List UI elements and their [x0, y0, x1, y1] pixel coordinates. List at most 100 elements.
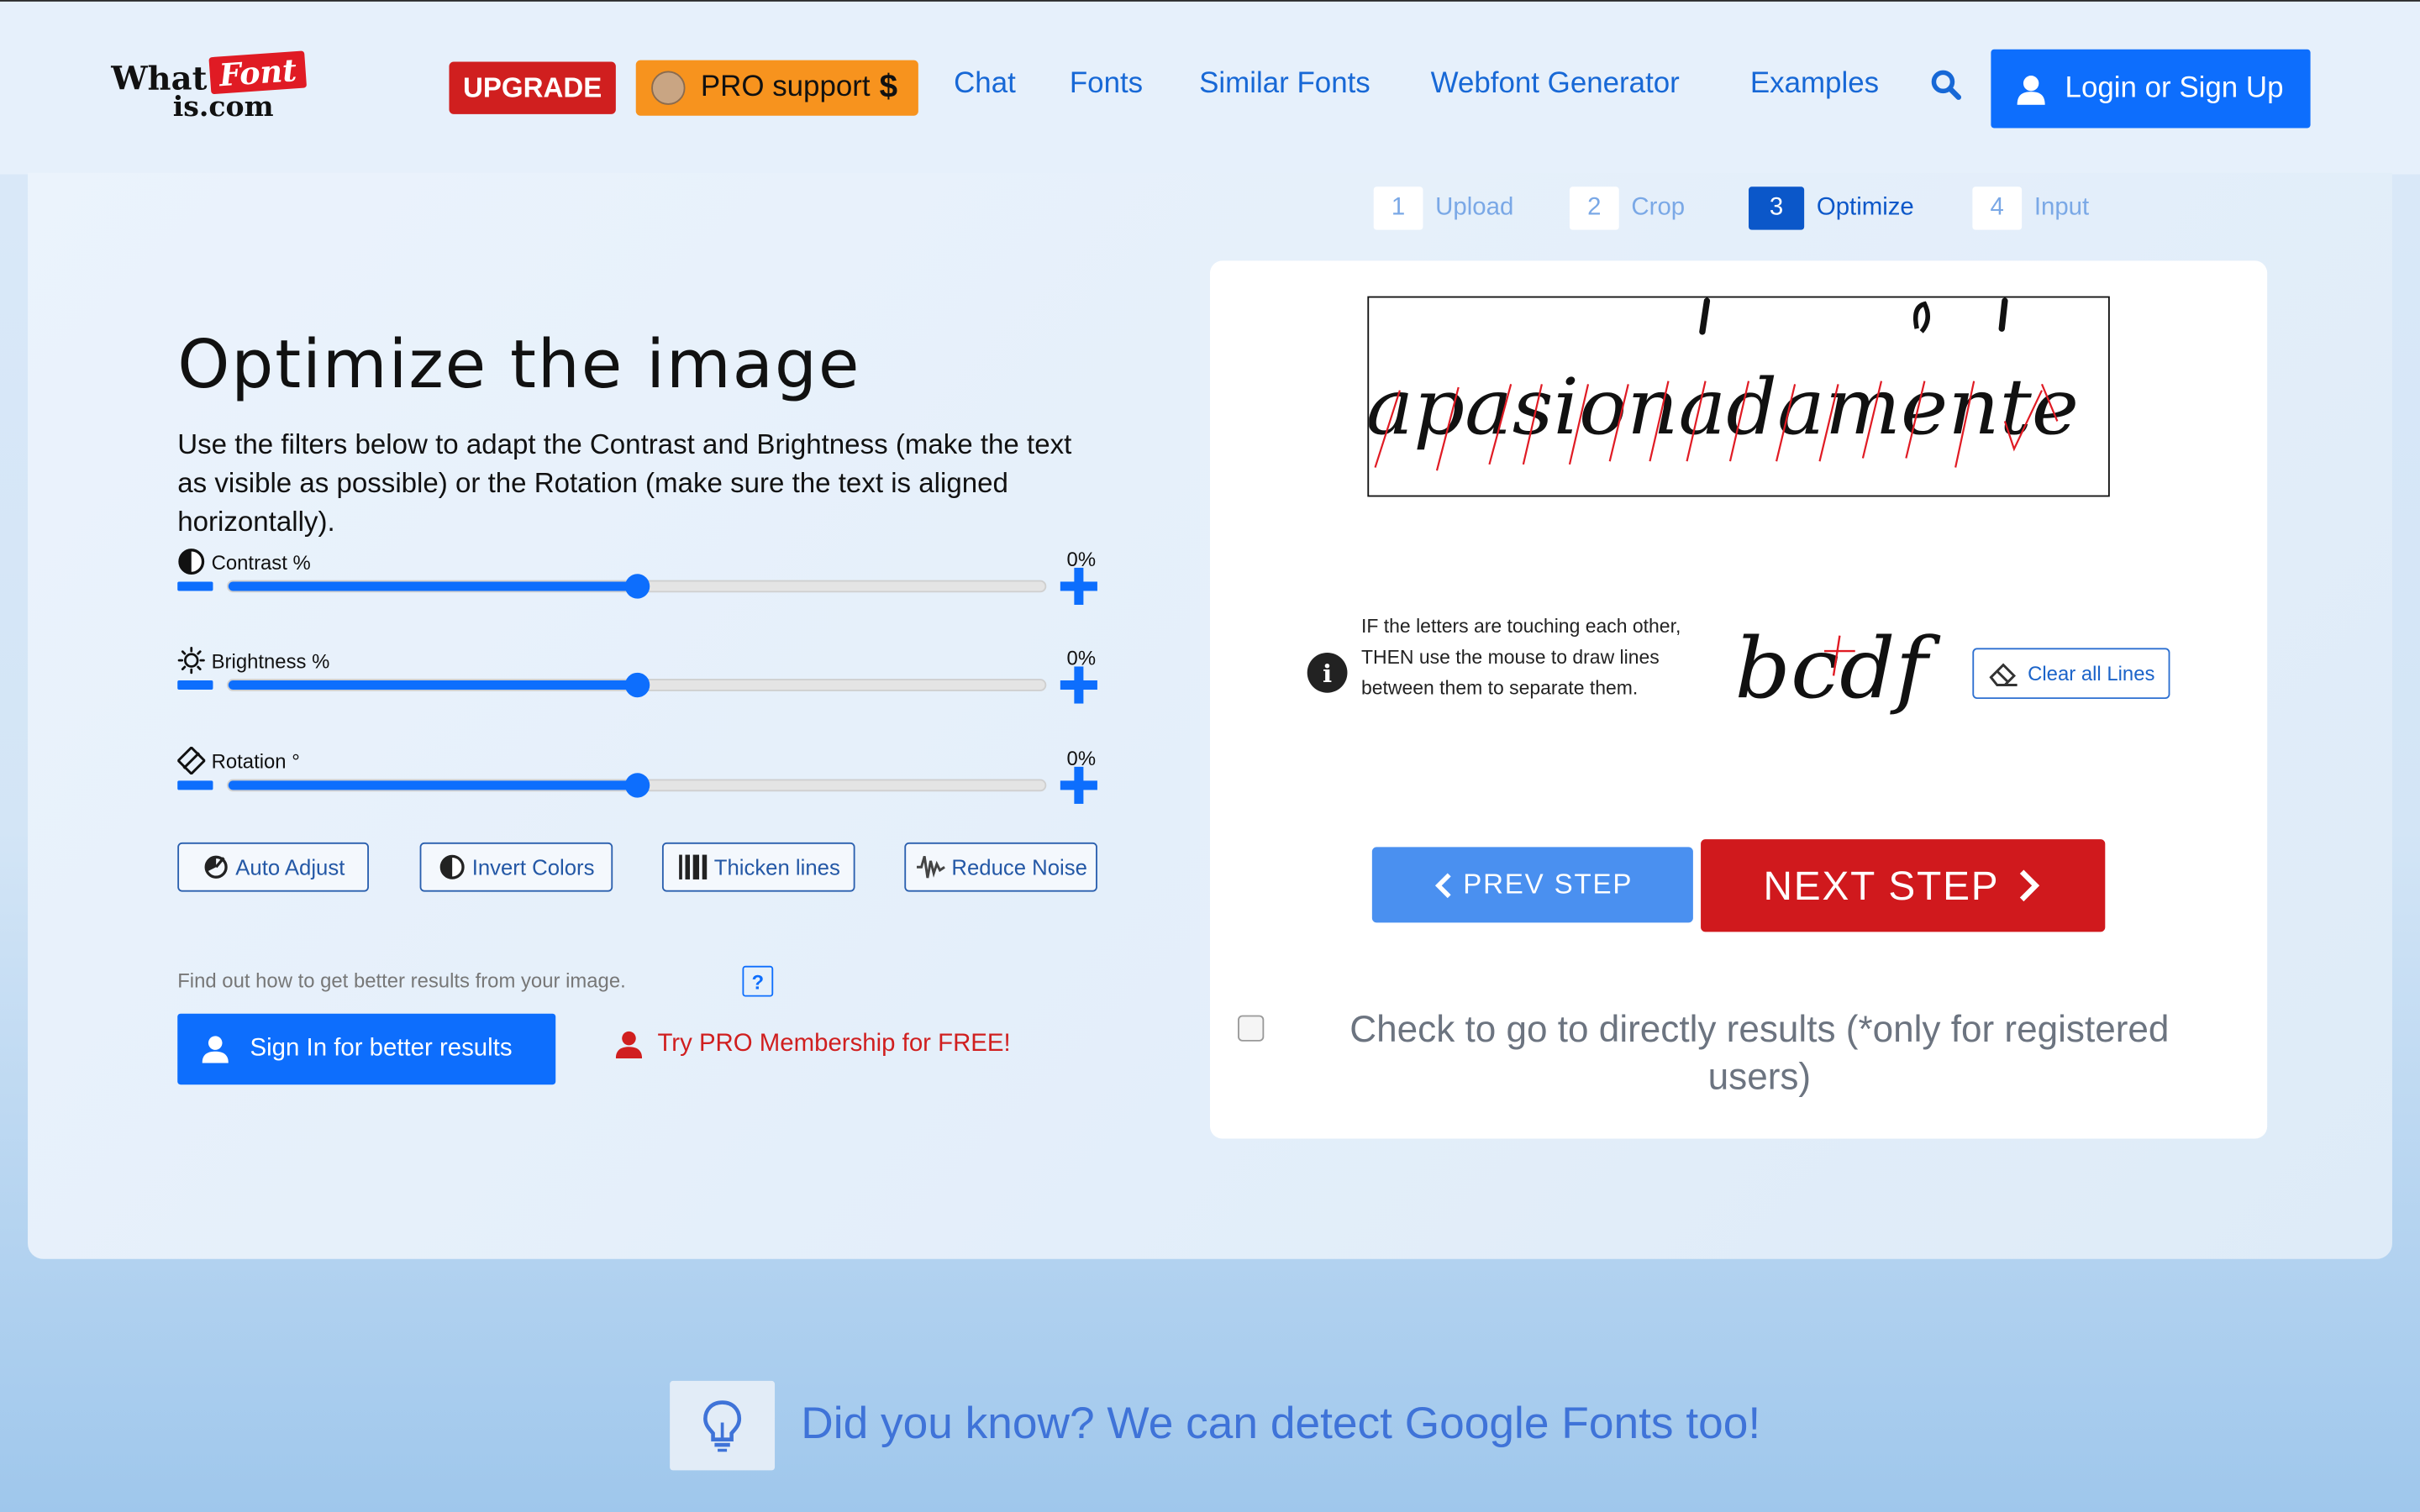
dollar-icon: $	[879, 69, 898, 105]
invert-colors-icon	[439, 854, 465, 879]
rotation-decrease-button[interactable]	[177, 780, 213, 790]
step-label: Optimize	[1816, 194, 1914, 221]
preview-text: apasionadamente	[1369, 362, 2079, 452]
nav-examples[interactable]: Examples	[1750, 68, 1879, 102]
desc-contrast: Contrast	[589, 428, 695, 460]
nav-webfont-generator[interactable]: Webfont Generator	[1431, 68, 1680, 102]
trypro-label: Try PRO Membership for FREE!	[657, 1030, 1011, 1058]
chevron-left-icon	[1434, 872, 1451, 898]
step-label: Input	[2033, 194, 2090, 221]
user-icon	[2017, 75, 2045, 104]
slider-fill	[228, 680, 637, 690]
nav-fonts[interactable]: Fonts	[1070, 68, 1143, 102]
slider-thumb[interactable]	[623, 773, 650, 798]
slider-fill	[228, 780, 637, 790]
nav-similar-fonts[interactable]: Similar Fonts	[1199, 68, 1370, 102]
info-icon: i	[1307, 652, 1348, 693]
logo-font: Font	[208, 50, 308, 95]
brightness-slider[interactable]	[227, 672, 1047, 698]
step-label: Crop	[1631, 194, 1686, 221]
google-fonts-tip: Did you know? We can detect Google Fonts…	[801, 1399, 1761, 1449]
rotation-increase-button[interactable]	[1060, 766, 1097, 804]
slider-thumb[interactable]	[623, 574, 650, 599]
site-logo[interactable]: What Font is.com	[111, 50, 312, 128]
reduce-noise-button[interactable]: Reduce Noise	[904, 842, 1097, 892]
contrast-slider[interactable]	[227, 574, 1047, 599]
search-icon[interactable]	[1931, 70, 1962, 101]
preview-image: apasionadamente	[1369, 297, 2079, 471]
contrast-icon	[178, 549, 205, 575]
step-upload[interactable]: 1 Upload	[1373, 186, 1514, 230]
brightness-icon	[177, 647, 205, 675]
auto-adjust-icon	[203, 855, 227, 879]
step-number: 1	[1373, 186, 1423, 230]
logo-iscom: is.com	[172, 91, 274, 123]
invert-colors-button[interactable]: Invert Colors	[419, 842, 613, 892]
upgrade-button[interactable]: UPGRADE	[449, 61, 616, 114]
step-label: Upload	[1435, 194, 1514, 221]
direct-results-label: Check to go to directly results (*only f…	[1349, 1009, 2170, 1099]
chevron-right-icon	[2018, 869, 2039, 902]
contrast-label: Contrast %	[177, 548, 311, 575]
contrast-decrease-button[interactable]	[177, 581, 213, 591]
login-signup-button[interactable]: Login or Sign Up	[1991, 49, 2311, 129]
help-button[interactable]: ?	[742, 965, 774, 997]
desc-rotation: Rotation	[534, 467, 638, 499]
tool-label: Thicken lines	[713, 854, 840, 879]
support-avatar	[651, 71, 686, 105]
lightbulb-icon	[703, 1400, 742, 1452]
direct-results-checkbox[interactable]	[1238, 1015, 1265, 1042]
nav-chat[interactable]: Chat	[954, 68, 1016, 102]
image-preview-canvas[interactable]: apasionadamente	[1367, 296, 2110, 497]
desc-brightness: Brightness	[756, 428, 888, 460]
user-icon	[615, 1031, 643, 1058]
letter-separation-example: bcdf	[1734, 621, 1941, 717]
brightness-increase-button[interactable]	[1060, 666, 1097, 704]
clear-label: Clear all Lines	[2028, 661, 2155, 685]
login-label: Login or Sign Up	[2065, 71, 2284, 104]
slider-fill	[228, 581, 637, 591]
prev-label: PREV STEP	[1463, 869, 1634, 900]
prev-step-button[interactable]: PREV STEP	[1371, 847, 1693, 923]
better-results-hint: Find out how to get better results from …	[177, 969, 626, 993]
tool-label: Auto Adjust	[235, 854, 345, 879]
eraser-icon	[1989, 662, 2018, 686]
pro-support-button[interactable]: PRO support $	[635, 60, 918, 116]
next-label: NEXT STEP	[1763, 861, 2000, 908]
rotation-icon	[177, 746, 206, 775]
rotation-slider-row: Rotation ° 0%	[177, 746, 1103, 839]
signin-label: Sign In for better results	[250, 1035, 513, 1062]
top-navbar: What Font is.com UPGRADE PRO support $ C…	[0, 0, 2420, 175]
brightness-decrease-button[interactable]	[177, 680, 213, 690]
step-optimize[interactable]: 3 Optimize	[1749, 186, 1914, 230]
brightness-label: Brightness %	[177, 647, 329, 675]
separate-letters-hint: IF the letters are touching each other, …	[1361, 615, 1681, 700]
auto-adjust-button[interactable]: Auto Adjust	[177, 842, 369, 892]
user-icon	[202, 1036, 229, 1063]
example-text: bcdf	[1734, 621, 1941, 717]
pro-support-label: PRO support	[700, 71, 871, 104]
try-pro-link[interactable]: Try PRO Membership for FREE!	[615, 1030, 1011, 1058]
tool-label: Invert Colors	[471, 854, 595, 879]
optimize-description: Use the filters below to adapt the Contr…	[177, 426, 1103, 542]
slider-thumb[interactable]	[623, 672, 650, 698]
step-input[interactable]: 4 Input	[1972, 186, 2090, 230]
slider-label: Contrast %	[211, 549, 311, 574]
lightbulb-icon-box	[670, 1380, 776, 1471]
reduce-noise-icon	[916, 855, 945, 879]
rotation-slider[interactable]	[227, 773, 1047, 798]
thicken-lines-button[interactable]: Thicken lines	[661, 842, 855, 892]
step-number: 3	[1749, 186, 1805, 230]
step-number: 4	[1972, 186, 2023, 230]
page-title: Optimize the image	[177, 327, 861, 405]
thicken-lines-icon	[678, 854, 707, 879]
step-crop[interactable]: 2 Crop	[1569, 186, 1686, 230]
clear-all-lines-button[interactable]: Clear all Lines	[1972, 648, 2170, 700]
contrast-increase-button[interactable]	[1060, 567, 1097, 605]
step-number: 2	[1569, 186, 1619, 230]
brightness-slider-row: Brightness % 0%	[177, 647, 1103, 739]
next-step-button[interactable]: NEXT STEP	[1701, 839, 2106, 932]
signin-better-results-button[interactable]: Sign In for better results	[177, 1013, 556, 1085]
desc-text: Use the filters below to adapt the	[177, 428, 590, 460]
tool-label: Reduce Noise	[951, 854, 1087, 879]
